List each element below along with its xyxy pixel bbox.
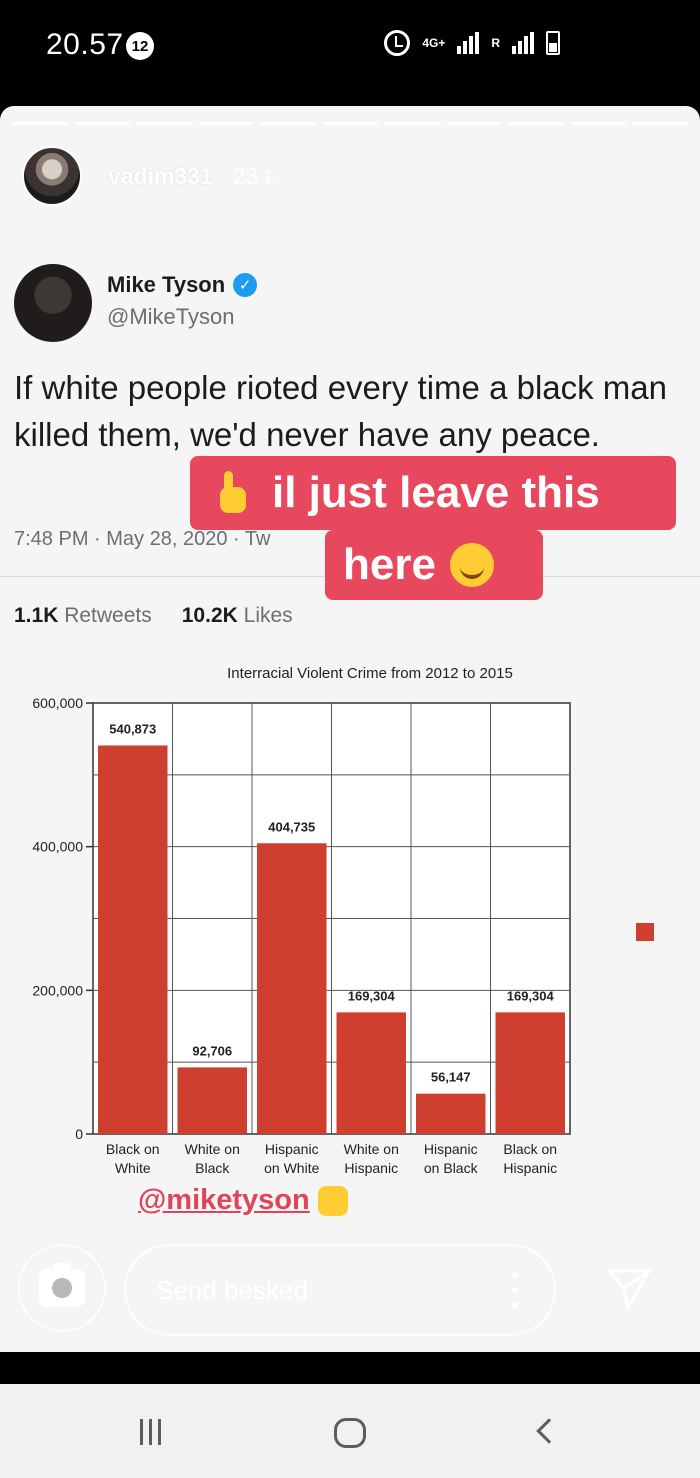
likes-label: Likes xyxy=(243,604,293,627)
x-tick-label: on Black xyxy=(424,1160,479,1176)
send-icon[interactable] xyxy=(606,1268,652,1310)
x-tick-label: White xyxy=(115,1160,151,1176)
camera-icon xyxy=(39,1263,85,1307)
smile-icon xyxy=(449,543,494,587)
bar-value-label: 169,304 xyxy=(507,988,555,1003)
nav-recent-icon[interactable] xyxy=(140,1419,161,1445)
x-tick-label: Black on xyxy=(503,1141,557,1157)
tweet-author-label: Mike Tyson xyxy=(107,272,226,297)
fist-icon xyxy=(317,1185,348,1216)
caption-text-2: here xyxy=(343,540,436,589)
progress-segment xyxy=(136,122,192,125)
y-tick-label: 0 xyxy=(75,1126,83,1142)
story-viewer[interactable]: vadim331 23 t. Mike Tyson ✓ @MikeTyson I… xyxy=(0,106,700,1352)
caption-text-1: il just leave this xyxy=(272,468,600,517)
x-tick-label: Hispanic xyxy=(503,1160,557,1176)
signal-icon-2 xyxy=(512,32,534,54)
progress-segment xyxy=(384,122,440,125)
progress-segment xyxy=(632,122,688,125)
chart-title: Interracial Violent Crime from 2012 to 2… xyxy=(227,665,513,682)
likes-stat: 10.2K Likes xyxy=(182,604,293,628)
x-tick-label: Hispanic xyxy=(424,1141,478,1157)
bar-value-label: 404,735 xyxy=(268,819,315,834)
tweet-author-name: Mike Tyson ✓ xyxy=(107,272,258,298)
tweet-avatar xyxy=(14,264,92,342)
bar-value-label: 169,304 xyxy=(348,988,396,1003)
more-icon[interactable] xyxy=(512,1272,518,1308)
chart-svg: Interracial Violent Crime from 2012 to 2… xyxy=(32,665,571,1176)
signal-icon xyxy=(457,32,480,54)
pointing-up-icon xyxy=(214,471,252,515)
x-tick-label: Hispanic xyxy=(265,1141,319,1157)
x-tick-label: Hispanic xyxy=(344,1160,398,1176)
story-username[interactable]: vadim331 xyxy=(108,163,213,190)
progress-segment xyxy=(260,122,316,125)
bar-value-label: 56,147 xyxy=(431,1070,471,1085)
alarm-icon xyxy=(384,30,411,56)
retweets-stat: 1.1K Retweets xyxy=(14,604,152,628)
nav-back-icon[interactable] xyxy=(536,1418,562,1444)
progress-segment xyxy=(74,122,130,125)
battery-icon xyxy=(546,31,560,55)
red-square-marker xyxy=(636,923,654,941)
reply-placeholder: Send besked xyxy=(156,1274,308,1305)
camera-button[interactable] xyxy=(18,1244,106,1332)
bar xyxy=(98,745,168,1134)
status-bar: 20.57 12 4G+ R xyxy=(0,0,700,96)
likes-count: 10.2K xyxy=(181,604,238,627)
x-tick-label: on White xyxy=(264,1160,319,1176)
y-tick-label: 200,000 xyxy=(32,982,83,998)
avatar[interactable] xyxy=(22,146,82,206)
story-progress xyxy=(12,122,688,125)
mention-sticker[interactable]: @miketyson xyxy=(138,1184,348,1217)
bar xyxy=(336,1012,406,1134)
y-tick-label: 400,000 xyxy=(32,839,83,855)
story-header[interactable]: vadim331 23 t. xyxy=(22,146,278,206)
y-tick-label: 600,000 xyxy=(32,695,83,711)
x-tick-label: Black on xyxy=(106,1141,160,1157)
bar-value-label: 92,706 xyxy=(192,1043,232,1058)
tweet-handle: @MikeTyson xyxy=(107,304,235,329)
bar-chart: Interracial Violent Crime from 2012 to 2… xyxy=(0,646,700,1206)
caption-sticker-line1[interactable]: il just leave this xyxy=(190,456,676,530)
retweets-label: Retweets xyxy=(64,604,152,627)
bar xyxy=(257,843,327,1134)
status-icons: 4G+ R xyxy=(384,30,560,56)
verified-icon: ✓ xyxy=(233,273,258,297)
nav-home-icon[interactable] xyxy=(334,1418,366,1448)
bar xyxy=(495,1012,565,1134)
reply-input[interactable]: Send besked xyxy=(124,1244,556,1336)
navigation-bar xyxy=(0,1384,700,1478)
bar-value-label: 540,873 xyxy=(109,721,156,736)
progress-segment xyxy=(570,122,626,125)
tweet-stats: 1.1K Retweets 10.2K Likes xyxy=(14,604,293,628)
caption-sticker-line2[interactable]: here xyxy=(325,530,543,600)
mention-text[interactable]: @miketyson xyxy=(138,1184,310,1217)
network-type: 4G+ xyxy=(422,36,446,50)
roaming-indicator: R xyxy=(491,36,500,50)
progress-segment xyxy=(322,122,378,125)
x-tick-label: White on xyxy=(185,1141,240,1157)
tweet-meta: 7:48 PM · May 28, 2020 · Tw xyxy=(14,528,271,550)
clock: 20.57 xyxy=(46,28,124,61)
story-time: 23 t. xyxy=(232,162,278,189)
x-tick-label: White on xyxy=(344,1141,399,1157)
progress-segment xyxy=(12,122,68,125)
progress-segment xyxy=(508,122,564,125)
x-tick-label: Black xyxy=(195,1160,230,1176)
progress-segment xyxy=(446,122,502,125)
tweet-text: If white people rioted every time a blac… xyxy=(14,369,667,453)
progress-segment xyxy=(198,122,254,125)
notification-count-badge: 12 xyxy=(126,32,154,60)
bar xyxy=(177,1067,247,1134)
bar xyxy=(416,1093,486,1134)
retweets-count: 1.1K xyxy=(14,604,59,627)
